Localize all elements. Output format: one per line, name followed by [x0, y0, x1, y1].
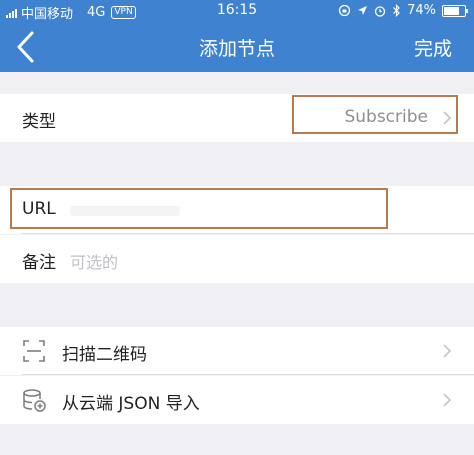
battery-fill	[444, 6, 459, 15]
location-icon	[358, 6, 368, 15]
note-label: 备注	[22, 253, 56, 273]
url-label: URL	[22, 199, 56, 219]
page-title: 添加节点	[198, 38, 275, 60]
type-value[interactable]: Subscribe	[344, 107, 428, 127]
header: 中国移动 4G VPN 16:15 74% 添加节点 完成	[0, 0, 474, 72]
chevron-right-icon	[443, 344, 452, 358]
rotation-lock-icon	[338, 4, 351, 17]
qr-scan-icon	[23, 340, 45, 362]
chevron-right-icon	[443, 393, 452, 407]
database-import-icon	[23, 389, 46, 412]
battery-percent: 74%	[407, 3, 436, 18]
row-divider	[22, 233, 474, 234]
chevron-right-icon	[443, 111, 452, 125]
done-button[interactable]: 完成	[414, 34, 452, 61]
note-row[interactable]: 备注 可选的	[0, 235, 474, 283]
note-input[interactable]: 可选的	[70, 249, 118, 273]
nav-bar: 添加节点 完成	[0, 22, 474, 72]
scan-qr-row[interactable]: 扫描二维码	[0, 327, 474, 375]
bluetooth-icon	[393, 4, 400, 17]
scan-qr-label: 扫描二维码	[62, 345, 147, 365]
type-label: 类型	[22, 112, 56, 132]
import-json-row[interactable]: 从云端 JSON 导入	[0, 376, 474, 424]
url-row[interactable]: URL	[0, 186, 474, 234]
alarm-icon	[374, 5, 386, 17]
url-input[interactable]	[70, 206, 180, 216]
status-right: 74%	[338, 3, 468, 18]
status-bar: 中国移动 4G VPN 16:15 74%	[0, 0, 474, 22]
import-json-label: 从云端 JSON 导入	[62, 394, 200, 414]
type-row[interactable]: 类型 Subscribe	[0, 94, 474, 142]
row-divider	[22, 374, 474, 375]
battery-icon	[442, 4, 468, 17]
